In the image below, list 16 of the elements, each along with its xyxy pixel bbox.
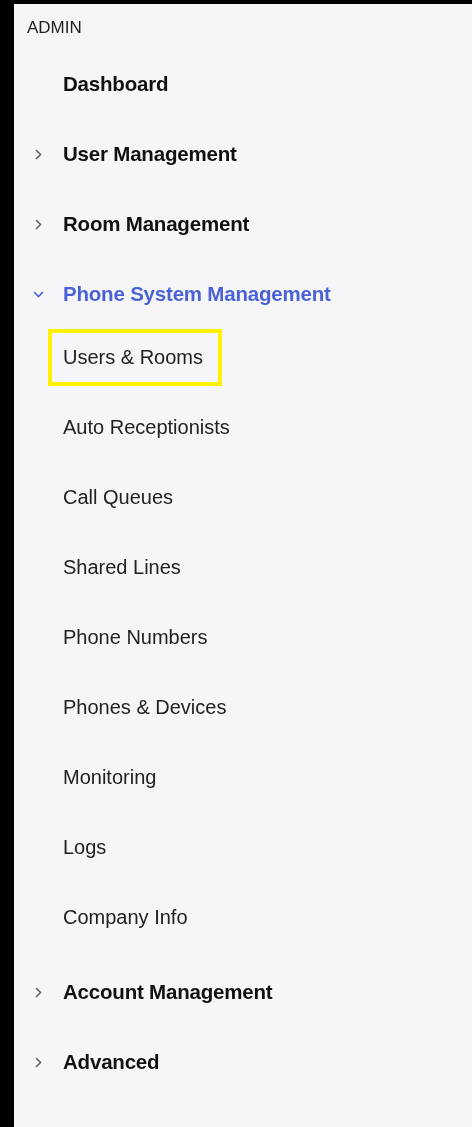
menu-group[interactable]: Room Management [63, 212, 250, 236]
submenu-item[interactable]: Phones & Devices [48, 678, 246, 736]
submenu-item[interactable]: Shared Lines [48, 538, 200, 596]
submenu-item[interactable]: Company Info [48, 888, 207, 946]
submenu-item[interactable]: Monitoring [48, 748, 176, 806]
menu-item[interactable]: Dashboard [63, 72, 169, 96]
menu-group[interactable]: Phone System Management [63, 282, 331, 306]
menu-group[interactable]: Advanced [63, 1050, 160, 1074]
submenu-item[interactable]: Users & Rooms [48, 328, 223, 386]
submenu-item[interactable]: Logs [48, 818, 126, 876]
section-heading: ADMIN [27, 18, 82, 37]
menu-group[interactable]: Account Management [63, 980, 273, 1004]
submenu-item[interactable]: Call Queues [48, 468, 193, 526]
submenu-item[interactable]: Phone Numbers [48, 608, 227, 666]
menu-group[interactable]: User Management [63, 142, 237, 166]
submenu-item[interactable]: Auto Receptionists [48, 398, 249, 456]
